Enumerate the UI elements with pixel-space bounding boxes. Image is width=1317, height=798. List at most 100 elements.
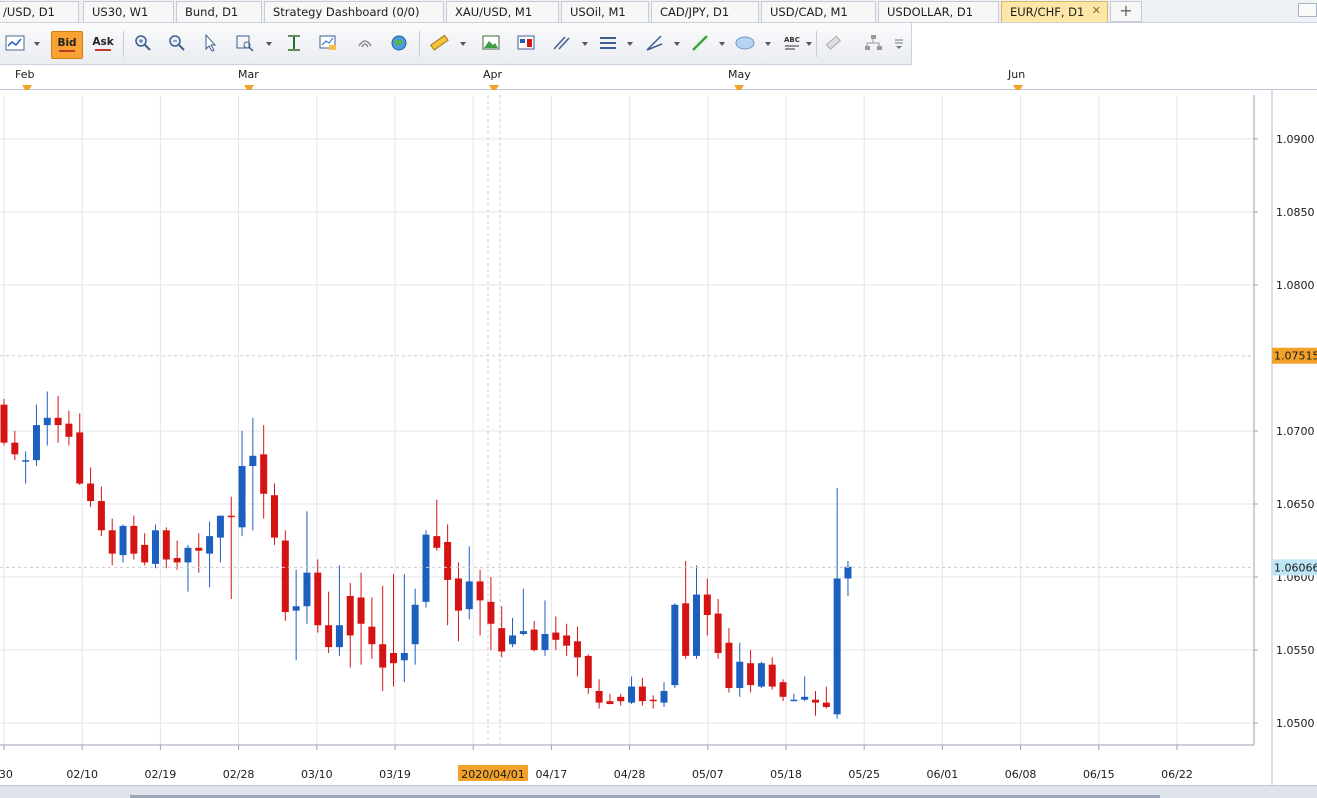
price-chart[interactable]: 1.09001.08501.08001.07001.06501.06001.05… xyxy=(0,90,1317,798)
tab-usd-d1[interactable]: /USD, D1 xyxy=(0,1,79,22)
tab-xauusd-m1[interactable]: XAU/USD, M1 xyxy=(446,1,559,22)
candle-body xyxy=(465,581,473,610)
ask-price-button[interactable]: Ask xyxy=(88,31,118,59)
zoom-dropdown-icon[interactable] xyxy=(266,42,272,46)
y-tick-label: 1.0500 xyxy=(1276,717,1315,730)
ellipse-icon[interactable] xyxy=(734,32,756,54)
tab-cadjpy-d1[interactable]: CAD/JPY, D1 xyxy=(651,1,759,22)
month-label: Mar xyxy=(238,68,259,81)
trend-line-icon[interactable] xyxy=(689,32,711,54)
lines-dropdown-icon[interactable] xyxy=(627,42,633,46)
channel-dropdown-icon[interactable] xyxy=(674,42,680,46)
add-tab-button[interactable]: + xyxy=(1110,1,1142,22)
candle-body xyxy=(141,544,149,563)
candle-body xyxy=(303,572,311,607)
x-tick-label: 04/17 xyxy=(536,768,568,781)
candle-body xyxy=(476,581,484,601)
ask-label: Ask xyxy=(92,36,114,48)
trend-channel-icon[interactable] xyxy=(643,32,665,54)
tab-bund-d1[interactable]: Bund, D1 xyxy=(176,1,262,22)
candle-body xyxy=(606,701,614,705)
fibonacci-icon[interactable] xyxy=(550,32,572,54)
candle-body xyxy=(216,515,224,538)
fibonacci-dropdown-icon[interactable] xyxy=(582,42,588,46)
month-label: Jun xyxy=(1008,68,1026,81)
trend-line-dropdown-icon[interactable] xyxy=(719,42,725,46)
candle-body xyxy=(119,525,127,556)
x-tick-label: 06/22 xyxy=(1161,768,1193,781)
tab-strategy-dashboard[interactable]: Strategy Dashboard (0/0) xyxy=(264,1,444,22)
tab-eurchf-d1[interactable]: EUR/CHF, D1 ✕ xyxy=(1001,1,1108,22)
tab-label: US30, W1 xyxy=(92,5,149,19)
crosshair-zoom-icon[interactable] xyxy=(234,32,256,54)
price-scale-icon[interactable] xyxy=(283,32,305,54)
window-restore-button[interactable] xyxy=(1298,3,1317,17)
text-dropdown-icon[interactable] xyxy=(806,42,812,46)
candle-body xyxy=(519,631,527,634)
candle-body xyxy=(444,541,452,580)
candle-body xyxy=(638,686,646,702)
tab-label: Strategy Dashboard (0/0) xyxy=(273,5,420,19)
chart-type-dropdown-icon[interactable] xyxy=(34,42,40,46)
abc-label: ABC xyxy=(784,36,800,44)
shape-dropdown-icon[interactable] xyxy=(765,42,771,46)
candle-body xyxy=(11,442,19,455)
candle-body xyxy=(238,466,246,528)
close-tab-icon[interactable]: ✕ xyxy=(1092,4,1101,17)
picture-icon[interactable] xyxy=(480,32,502,54)
horizontal-scrollbar[interactable] xyxy=(0,785,1317,798)
candle-body xyxy=(227,515,235,518)
month-label: Feb xyxy=(15,68,35,81)
ruler-icon[interactable] xyxy=(428,32,450,54)
x-tick-label: 06/01 xyxy=(927,768,959,781)
tab-usdcad-m1[interactable]: USD/CAD, M1 xyxy=(761,1,876,22)
candle-body xyxy=(184,547,192,563)
object-tree-icon[interactable] xyxy=(862,32,884,54)
tab-usoil-m1[interactable]: USOil, M1 xyxy=(561,1,649,22)
tab-label: Bund, D1 xyxy=(185,5,239,19)
candle-body xyxy=(725,642,733,689)
signal-icon[interactable] xyxy=(354,32,376,54)
zoom-in-icon[interactable] xyxy=(132,32,154,54)
zoom-out-icon[interactable] xyxy=(166,32,188,54)
y-tick-label: 1.0900 xyxy=(1276,133,1315,146)
chart-type-icon[interactable] xyxy=(4,32,26,54)
ruler-dropdown-icon[interactable] xyxy=(460,42,466,46)
candle-body xyxy=(541,633,549,651)
template-icon[interactable] xyxy=(515,32,537,54)
candle-body xyxy=(411,604,419,645)
candle-body xyxy=(649,699,657,702)
x-tick-label: /30 xyxy=(0,768,13,781)
tab-label: USOil, M1 xyxy=(570,5,626,19)
candle-body xyxy=(714,613,722,653)
candle-body xyxy=(54,417,62,426)
chart-properties-icon[interactable] xyxy=(317,32,339,54)
globe-icon[interactable] xyxy=(388,32,410,54)
candle-body xyxy=(292,606,300,611)
text-label-icon[interactable]: ABC xyxy=(781,32,803,54)
x-tick-label: 04/28 xyxy=(614,768,646,781)
x-tick-label: 03/19 xyxy=(379,768,411,781)
candle-body xyxy=(400,652,408,661)
x-tick-label: 02/19 xyxy=(145,768,177,781)
candle-body xyxy=(281,540,289,613)
toolbar-overflow-icon[interactable] xyxy=(892,32,906,54)
tab-us30-w1[interactable]: US30, W1 xyxy=(83,1,174,22)
tab-label: XAU/USD, M1 xyxy=(455,5,533,19)
bid-price-button[interactable]: Bid xyxy=(51,31,83,59)
candle-body xyxy=(660,690,668,703)
ask-underline xyxy=(95,49,111,51)
candle-body xyxy=(76,432,84,484)
cursor-icon[interactable] xyxy=(200,32,222,54)
tab-usdollar-d1[interactable]: USDOLLAR, D1 xyxy=(878,1,999,22)
horizontal-lines-icon[interactable] xyxy=(597,32,619,54)
eraser-icon[interactable] xyxy=(822,32,844,54)
x-tick-label: 05/07 xyxy=(692,768,724,781)
tab-label: USDOLLAR, D1 xyxy=(887,5,974,19)
candle-body xyxy=(573,641,581,658)
candle-body xyxy=(65,423,73,437)
crosshair-date-label: 2020/04/01 xyxy=(461,768,524,781)
x-tick-label: 05/25 xyxy=(848,768,880,781)
candle-body xyxy=(812,699,819,703)
candle-body xyxy=(87,483,95,502)
